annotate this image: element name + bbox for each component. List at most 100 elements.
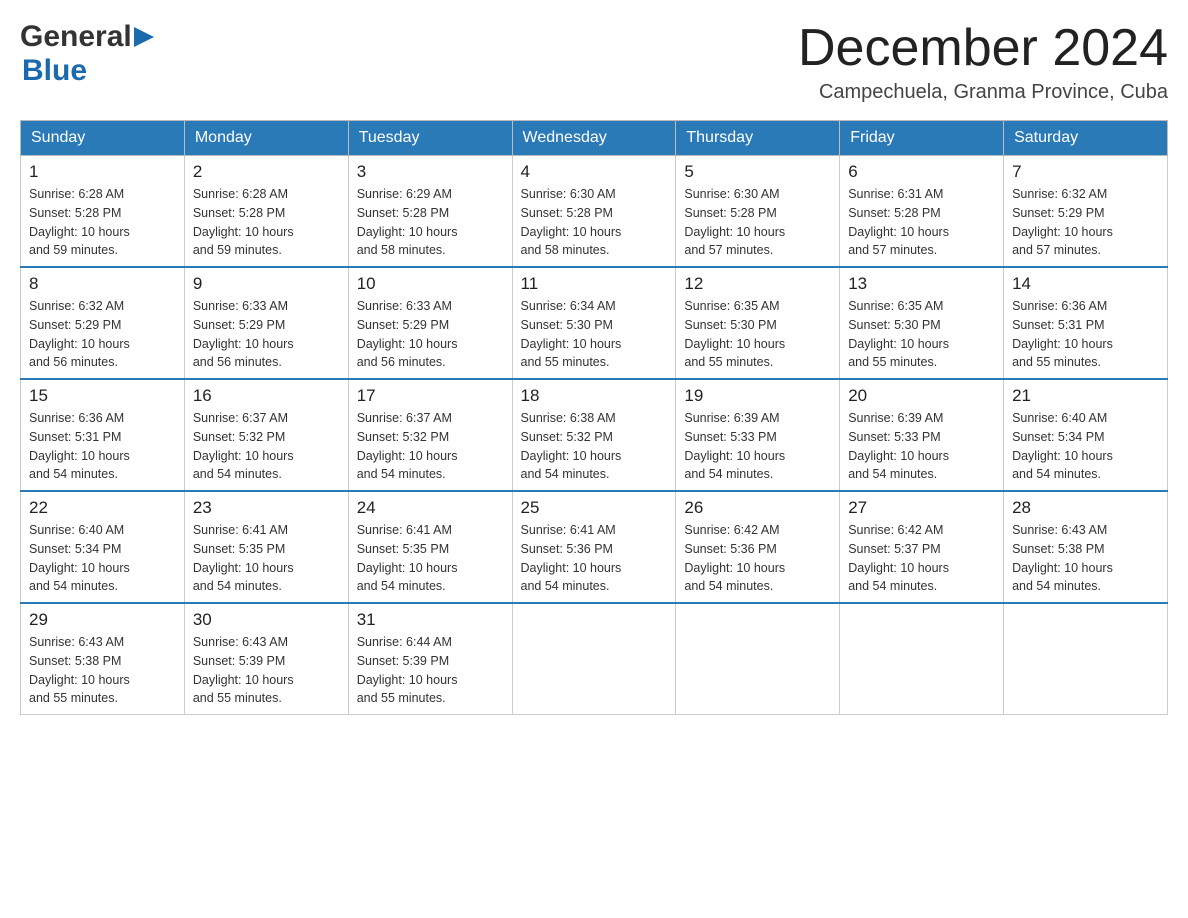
- day-info: Sunrise: 6:28 AMSunset: 5:28 PMDaylight:…: [29, 185, 176, 260]
- calendar-cell: 14Sunrise: 6:36 AMSunset: 5:31 PMDayligh…: [1004, 267, 1168, 379]
- day-info: Sunrise: 6:34 AMSunset: 5:30 PMDaylight:…: [521, 297, 668, 372]
- day-info: Sunrise: 6:40 AMSunset: 5:34 PMDaylight:…: [1012, 409, 1159, 484]
- day-number: 5: [684, 162, 831, 182]
- calendar-week-row: 15Sunrise: 6:36 AMSunset: 5:31 PMDayligh…: [21, 379, 1168, 491]
- day-info: Sunrise: 6:31 AMSunset: 5:28 PMDaylight:…: [848, 185, 995, 260]
- calendar-week-row: 29 Sunrise: 6:43 AMSunset: 5:38 PMDayligh…: [21, 603, 1168, 715]
- calendar-cell: 22 Sunrise: 6:40 AMSunset: 5:34 PMDayligh…: [21, 491, 185, 603]
- calendar-week-row: 22 Sunrise: 6:40 AMSunset: 5:34 PMDayligh…: [21, 491, 1168, 603]
- logo-general-text: General: [20, 20, 132, 54]
- col-header-friday: Friday: [840, 121, 1004, 156]
- calendar-cell: 29 Sunrise: 6:43 AMSunset: 5:38 PMDayligh…: [21, 603, 185, 715]
- day-info: Sunrise: 6:32 AMSunset: 5:29 PMDaylight:…: [29, 297, 176, 372]
- day-number: 28: [1012, 498, 1159, 518]
- calendar-cell: 10 Sunrise: 6:33 AMSunset: 5:29 PMDayligh…: [348, 267, 512, 379]
- calendar-cell: 28 Sunrise: 6:43 AMSunset: 5:38 PMDayligh…: [1004, 491, 1168, 603]
- day-number: 9: [193, 274, 340, 294]
- calendar-cell: [1004, 603, 1168, 715]
- day-number: 31: [357, 610, 504, 630]
- calendar-cell: 11Sunrise: 6:34 AMSunset: 5:30 PMDayligh…: [512, 267, 676, 379]
- day-info: Sunrise: 6:28 AMSunset: 5:28 PMDaylight:…: [193, 185, 340, 260]
- day-info: Sunrise: 6:37 AMSunset: 5:32 PMDaylight:…: [193, 409, 340, 484]
- calendar-cell: 21 Sunrise: 6:40 AMSunset: 5:34 PMDayligh…: [1004, 379, 1168, 491]
- calendar-cell: 27Sunrise: 6:42 AMSunset: 5:37 PMDayligh…: [840, 491, 1004, 603]
- col-header-thursday: Thursday: [676, 121, 840, 156]
- day-info: Sunrise: 6:35 AMSunset: 5:30 PMDaylight:…: [848, 297, 995, 372]
- day-number: 12: [684, 274, 831, 294]
- month-title: December 2024: [798, 20, 1168, 77]
- day-number: 27: [848, 498, 995, 518]
- day-info: Sunrise: 6:30 AMSunset: 5:28 PMDaylight:…: [521, 185, 668, 260]
- calendar-cell: 31 Sunrise: 6:44 AMSunset: 5:39 PMDayligh…: [348, 603, 512, 715]
- col-header-saturday: Saturday: [1004, 121, 1168, 156]
- day-info: Sunrise: 6:40 AMSunset: 5:34 PMDaylight:…: [29, 521, 176, 596]
- calendar-cell: 1 Sunrise: 6:28 AMSunset: 5:28 PMDaylight…: [21, 156, 185, 268]
- calendar-cell: 2 Sunrise: 6:28 AMSunset: 5:28 PMDaylight…: [184, 156, 348, 268]
- day-info: Sunrise: 6:41 AMSunset: 5:35 PMDaylight:…: [193, 521, 340, 596]
- location-subtitle: Campechuela, Granma Province, Cuba: [798, 81, 1168, 104]
- day-number: 25: [521, 498, 668, 518]
- day-info: Sunrise: 6:37 AMSunset: 5:32 PMDaylight:…: [357, 409, 504, 484]
- day-info: Sunrise: 6:33 AMSunset: 5:29 PMDaylight:…: [357, 297, 504, 372]
- calendar-cell: [512, 603, 676, 715]
- page-header: General Blue December 2024 Campechuela, …: [20, 20, 1168, 104]
- day-number: 3: [357, 162, 504, 182]
- day-info: Sunrise: 6:36 AMSunset: 5:31 PMDaylight:…: [29, 409, 176, 484]
- day-number: 7: [1012, 162, 1159, 182]
- calendar-cell: 13Sunrise: 6:35 AMSunset: 5:30 PMDayligh…: [840, 267, 1004, 379]
- day-number: 29: [29, 610, 176, 630]
- day-info: Sunrise: 6:43 AMSunset: 5:38 PMDaylight:…: [1012, 521, 1159, 596]
- day-number: 22: [29, 498, 176, 518]
- day-info: Sunrise: 6:43 AMSunset: 5:38 PMDaylight:…: [29, 633, 176, 708]
- day-number: 19: [684, 386, 831, 406]
- logo: General Blue: [20, 20, 154, 88]
- calendar-cell: 8Sunrise: 6:32 AMSunset: 5:29 PMDaylight…: [21, 267, 185, 379]
- calendar-cell: 9 Sunrise: 6:33 AMSunset: 5:29 PMDaylight…: [184, 267, 348, 379]
- calendar-table: SundayMondayTuesdayWednesdayThursdayFrid…: [20, 120, 1168, 715]
- calendar-cell: 26Sunrise: 6:42 AMSunset: 5:36 PMDayligh…: [676, 491, 840, 603]
- col-header-monday: Monday: [184, 121, 348, 156]
- calendar-cell: 30 Sunrise: 6:43 AMSunset: 5:39 PMDayligh…: [184, 603, 348, 715]
- calendar-cell: 25 Sunrise: 6:41 AMSunset: 5:36 PMDayligh…: [512, 491, 676, 603]
- calendar-cell: 18Sunrise: 6:38 AMSunset: 5:32 PMDayligh…: [512, 379, 676, 491]
- calendar-cell: 19 Sunrise: 6:39 AMSunset: 5:33 PMDayligh…: [676, 379, 840, 491]
- calendar-cell: 23 Sunrise: 6:41 AMSunset: 5:35 PMDayligh…: [184, 491, 348, 603]
- day-info: Sunrise: 6:41 AMSunset: 5:36 PMDaylight:…: [521, 521, 668, 596]
- calendar-cell: 17 Sunrise: 6:37 AMSunset: 5:32 PMDayligh…: [348, 379, 512, 491]
- title-area: December 2024 Campechuela, Granma Provin…: [798, 20, 1168, 104]
- day-number: 4: [521, 162, 668, 182]
- day-info: Sunrise: 6:29 AMSunset: 5:28 PMDaylight:…: [357, 185, 504, 260]
- day-info: Sunrise: 6:32 AMSunset: 5:29 PMDaylight:…: [1012, 185, 1159, 260]
- day-number: 16: [193, 386, 340, 406]
- logo-arrow-icon: [134, 27, 154, 52]
- calendar-cell: 12 Sunrise: 6:35 AMSunset: 5:30 PMDayligh…: [676, 267, 840, 379]
- calendar-cell: [840, 603, 1004, 715]
- day-number: 10: [357, 274, 504, 294]
- day-number: 2: [193, 162, 340, 182]
- calendar-cell: [676, 603, 840, 715]
- col-header-tuesday: Tuesday: [348, 121, 512, 156]
- day-info: Sunrise: 6:33 AMSunset: 5:29 PMDaylight:…: [193, 297, 340, 372]
- day-number: 1: [29, 162, 176, 182]
- day-number: 24: [357, 498, 504, 518]
- day-number: 21: [1012, 386, 1159, 406]
- calendar-week-row: 8Sunrise: 6:32 AMSunset: 5:29 PMDaylight…: [21, 267, 1168, 379]
- day-number: 30: [193, 610, 340, 630]
- day-number: 17: [357, 386, 504, 406]
- day-info: Sunrise: 6:43 AMSunset: 5:39 PMDaylight:…: [193, 633, 340, 708]
- day-info: Sunrise: 6:42 AMSunset: 5:36 PMDaylight:…: [684, 521, 831, 596]
- day-number: 23: [193, 498, 340, 518]
- day-info: Sunrise: 6:39 AMSunset: 5:33 PMDaylight:…: [684, 409, 831, 484]
- day-info: Sunrise: 6:35 AMSunset: 5:30 PMDaylight:…: [684, 297, 831, 372]
- day-info: Sunrise: 6:44 AMSunset: 5:39 PMDaylight:…: [357, 633, 504, 708]
- day-info: Sunrise: 6:39 AMSunset: 5:33 PMDaylight:…: [848, 409, 995, 484]
- calendar-cell: 20Sunrise: 6:39 AMSunset: 5:33 PMDayligh…: [840, 379, 1004, 491]
- calendar-cell: 3 Sunrise: 6:29 AMSunset: 5:28 PMDaylight…: [348, 156, 512, 268]
- calendar-cell: 24 Sunrise: 6:41 AMSunset: 5:35 PMDayligh…: [348, 491, 512, 603]
- day-info: Sunrise: 6:41 AMSunset: 5:35 PMDaylight:…: [357, 521, 504, 596]
- col-header-wednesday: Wednesday: [512, 121, 676, 156]
- calendar-cell: 15Sunrise: 6:36 AMSunset: 5:31 PMDayligh…: [21, 379, 185, 491]
- col-header-sunday: Sunday: [21, 121, 185, 156]
- day-info: Sunrise: 6:36 AMSunset: 5:31 PMDaylight:…: [1012, 297, 1159, 372]
- calendar-cell: 5Sunrise: 6:30 AMSunset: 5:28 PMDaylight…: [676, 156, 840, 268]
